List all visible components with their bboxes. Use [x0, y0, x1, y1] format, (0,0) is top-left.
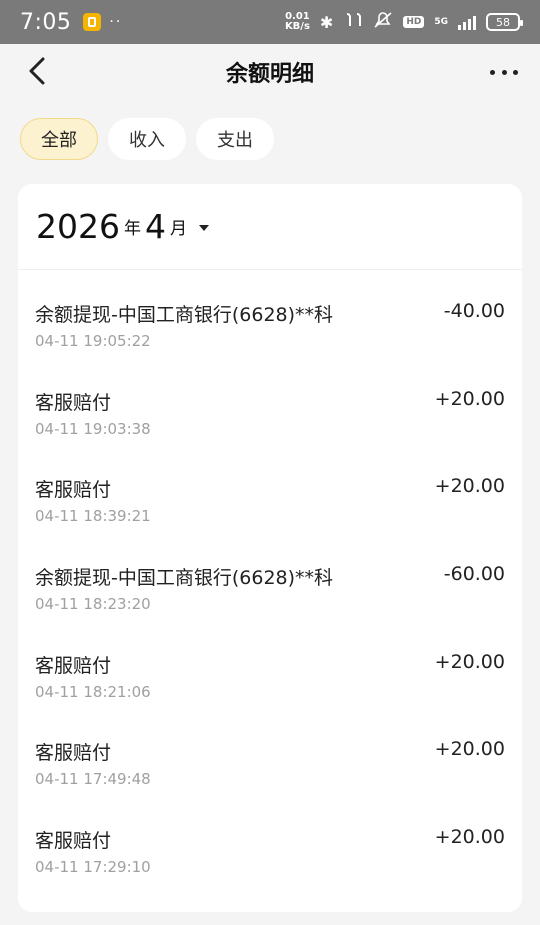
transaction-time: 04-11 18:21:06	[35, 682, 151, 701]
transaction-time: 04-11 17:49:48	[35, 770, 151, 789]
status-icons: 0.01 KB/s ✱ HD 5G 58	[285, 11, 523, 33]
transaction-title: 客服赔付	[35, 830, 112, 853]
transaction-title: 客服赔付	[35, 654, 112, 677]
status-time: 7:05	[20, 9, 72, 35]
more-dot-icon	[513, 69, 518, 75]
transaction-title: 客服赔付	[35, 479, 112, 502]
status-bar: 7:05 ·· 0.01 KB/s ✱ HD 5G 58	[0, 0, 540, 44]
transaction-list: 余额提现-中国工商银行(6628)**科 04-11 19:05:22 -40.…	[18, 270, 522, 896]
year-unit: 年	[123, 219, 141, 239]
more-dot-icon	[490, 69, 495, 75]
transaction-amount: +20.00	[434, 475, 505, 498]
transaction-row[interactable]: 余额提现-中国工商银行(6628)**科 04-11 19:05:22 -40.…	[18, 282, 522, 370]
network-speed: 0.01 KB/s	[285, 12, 310, 32]
transaction-amount: +20.00	[434, 387, 505, 410]
chevron-left-icon	[29, 57, 45, 85]
transaction-amount: -40.00	[443, 300, 505, 322]
month-selector[interactable]: 2026 年 4 月	[18, 184, 522, 270]
transaction-time: 04-11 17:29:10	[35, 858, 151, 877]
transaction-title: 客服赔付	[35, 742, 112, 765]
transaction-title: 余额提现-中国工商银行(6628)**科	[35, 304, 334, 326]
page-title: 余额明细	[225, 62, 314, 87]
tab-all[interactable]: 全部	[20, 118, 98, 160]
signal-icon	[458, 14, 476, 30]
year-value: 2026	[36, 207, 120, 246]
transaction-row[interactable]: 客服赔付 04-11 18:21:06 +20.00	[18, 633, 522, 721]
tab-income[interactable]: 收入	[108, 118, 186, 160]
transaction-amount: +20.00	[434, 738, 505, 761]
transaction-amount: +20.00	[434, 826, 505, 849]
filter-tabs: 全部 收入 支出	[20, 118, 274, 160]
transaction-time: 04-11 18:39:21	[35, 507, 151, 526]
transaction-time: 04-11 19:03:38	[35, 419, 151, 438]
transaction-title: 余额提现-中国工商银行(6628)**科	[35, 567, 334, 590]
transaction-row[interactable]: 客服赔付 04-11 19:03:38 +20.00	[18, 370, 522, 458]
caret-down-icon	[198, 225, 209, 231]
bluetooth-icon: ✱	[319, 12, 334, 32]
month-unit: 月	[169, 219, 187, 239]
status-dots: ··	[109, 14, 123, 30]
more-dot-icon	[501, 69, 507, 75]
earbuds-icon	[343, 12, 363, 32]
network-speed-unit: KB/s	[284, 21, 310, 32]
tab-expense[interactable]: 支出	[196, 118, 274, 160]
battery-icon: 58	[486, 13, 523, 31]
transaction-time: 04-11 19:05:22	[35, 332, 151, 350]
transactions-card: 2026 年 4 月 余额提现-中国工商银行(6628)**科 04-11 19…	[18, 184, 522, 912]
transaction-time: 04-11 18:23:20	[35, 595, 151, 614]
hd-voice-badge: HD	[403, 16, 425, 28]
notification-app-icon	[83, 13, 102, 31]
network-type: 5G	[434, 17, 448, 27]
transaction-row[interactable]: 客服赔付 04-11 18:39:21 +20.00	[18, 457, 522, 545]
transaction-title: 客服赔付	[35, 391, 112, 414]
transaction-amount: -60.00	[443, 563, 505, 586]
more-options-button[interactable]	[486, 58, 522, 86]
transaction-row[interactable]: 余额提现-中国工商银行(6628)**科 04-11 18:23:20 -60.…	[18, 545, 522, 633]
app-header: 余额明细	[0, 44, 540, 100]
mute-icon	[373, 11, 393, 33]
month-value: 4	[144, 207, 166, 246]
battery-level: 58	[496, 15, 510, 29]
back-button[interactable]	[22, 56, 52, 86]
transaction-row[interactable]: 客服赔付 04-11 17:29:10 +20.00	[18, 808, 522, 896]
transaction-row[interactable]: 客服赔付 04-11 17:49:48 +20.00	[18, 720, 522, 808]
transaction-amount: +20.00	[434, 650, 505, 673]
